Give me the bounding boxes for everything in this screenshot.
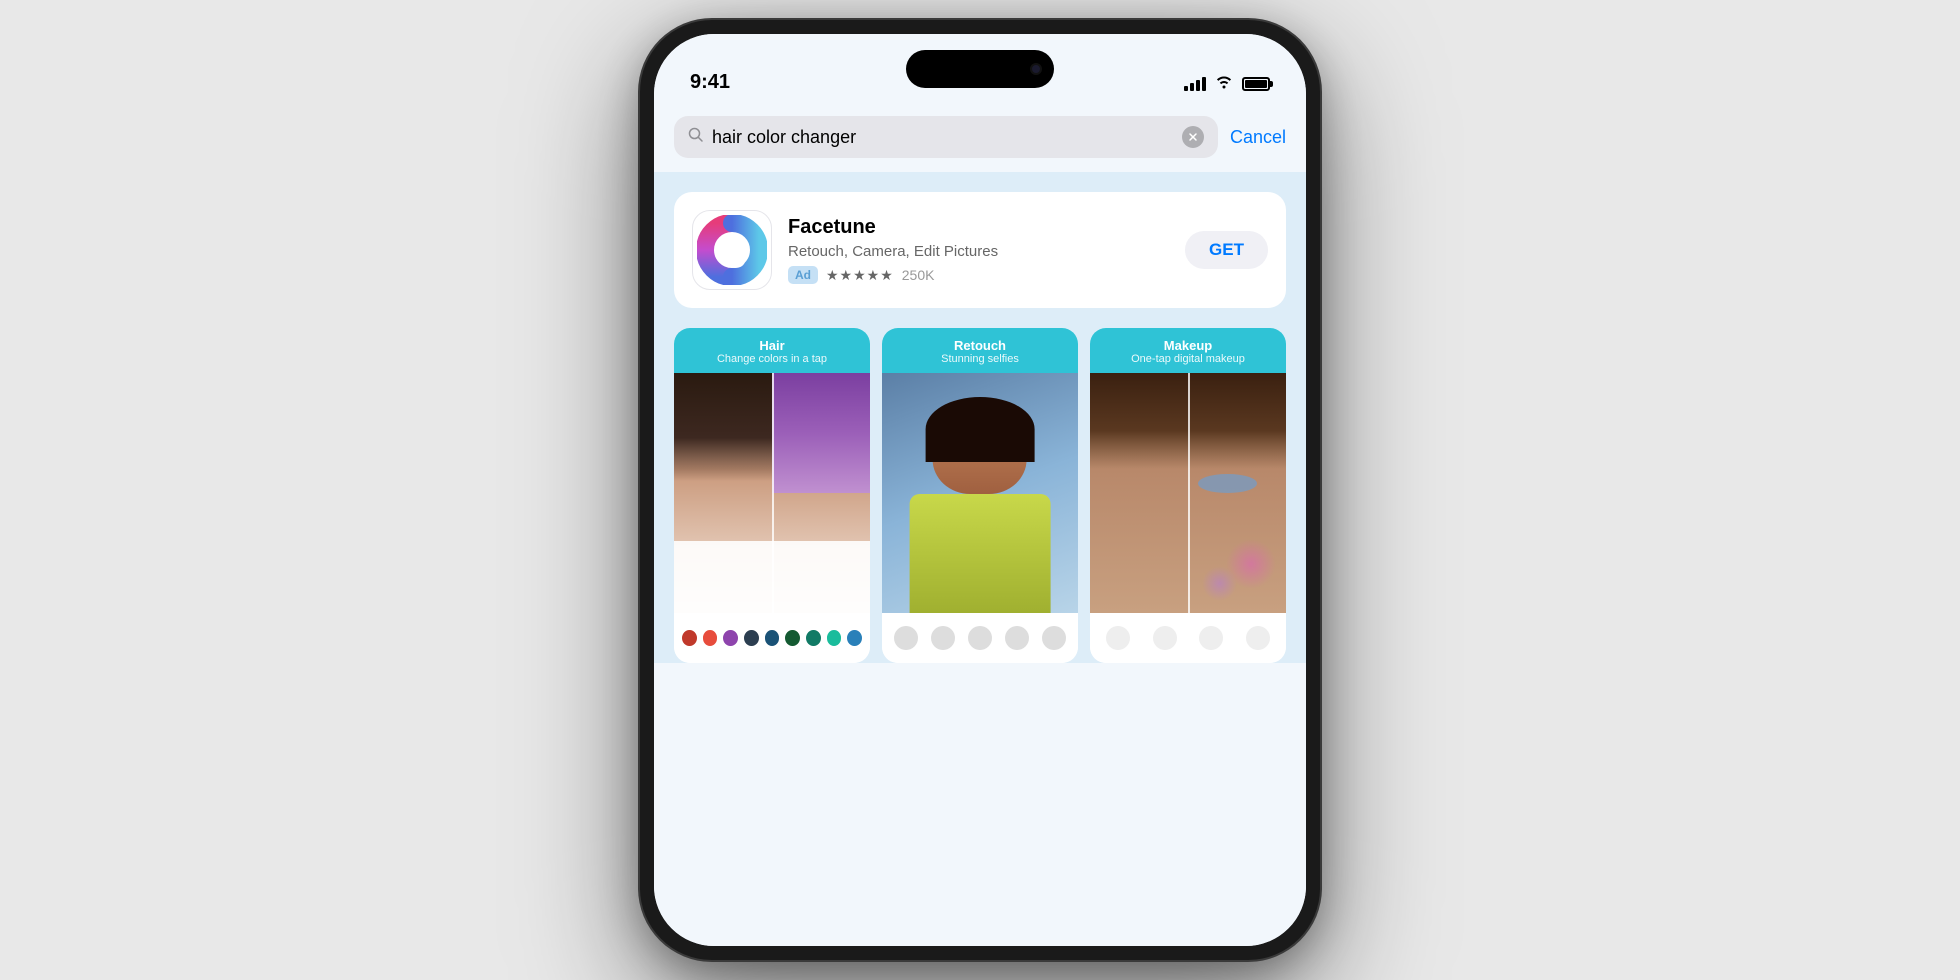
screenshot-hair-subtitle: Change colors in a tap (686, 353, 858, 365)
color-blue (847, 630, 862, 646)
signal-bar-4 (1202, 77, 1206, 91)
face-makeup-left (1090, 373, 1188, 613)
screenshot-makeup-title: Makeup (1102, 338, 1274, 353)
screenshot-makeup-header: Makeup One-tap digital makeup (1090, 328, 1286, 373)
camera-dot (1030, 63, 1042, 75)
makeup-icon-4 (1246, 626, 1270, 650)
app-subtitle: Retouch, Camera, Edit Pictures (788, 243, 1169, 260)
app-listing-card[interactable]: Facetune Retouch, Camera, Edit Pictures … (674, 192, 1286, 308)
app-icon (692, 210, 772, 290)
screenshots-row: Hair Change colors in a tap (674, 328, 1286, 663)
search-query: hair color changer (712, 127, 1174, 148)
hair-2 (925, 397, 1035, 462)
results-area: Facetune Retouch, Camera, Edit Pictures … (654, 172, 1306, 663)
signal-bar-2 (1190, 83, 1194, 91)
app-meta: Ad ★★★★★ 250K (788, 266, 1169, 284)
search-icon (688, 127, 704, 148)
ad-badge: Ad (788, 266, 818, 284)
screenshot-makeup-icons (1090, 613, 1286, 663)
screenshot-hair-colors (674, 613, 870, 663)
screenshot-hair: Hair Change colors in a tap (674, 328, 870, 663)
signal-bar-1 (1184, 86, 1188, 91)
phone-shell: 9:41 (640, 20, 1320, 960)
retouch-icon-5 (1042, 626, 1066, 650)
screenshot-makeup-subtitle: One-tap digital makeup (1102, 353, 1274, 365)
screenshot-retouch-title: Retouch (894, 338, 1066, 353)
divider-makeup (1188, 373, 1190, 613)
eyeshadow (1198, 474, 1257, 493)
hair-makeup-right (1188, 373, 1286, 469)
hair-dark (674, 373, 772, 481)
retouch-icon-1 (894, 626, 918, 650)
screenshot-retouch: Retouch Stunning selfies (882, 328, 1078, 663)
star-rating: ★★★★★ (826, 267, 894, 284)
get-button[interactable]: GET (1185, 231, 1268, 269)
person-retouch (902, 397, 1059, 613)
status-icons (1184, 73, 1270, 94)
dynamic-island (906, 50, 1054, 88)
screenshot-makeup: Makeup One-tap digital makeup (1090, 328, 1286, 663)
search-area: hair color changer Cancel (654, 102, 1306, 172)
color-dark-green (785, 630, 800, 646)
screenshot-retouch-icons (882, 613, 1078, 663)
color-mint (827, 630, 842, 646)
divider-line (772, 373, 774, 613)
screenshot-retouch-image (882, 373, 1078, 613)
screen-content: hair color changer Cancel (654, 102, 1306, 946)
screenshot-hair-title: Hair (686, 338, 858, 353)
screenshot-hair-header: Hair Change colors in a tap (674, 328, 870, 373)
app-info: Facetune Retouch, Camera, Edit Pictures … (788, 216, 1169, 284)
color-purple (723, 630, 738, 646)
screenshot-retouch-header: Retouch Stunning selfies (882, 328, 1078, 373)
cancel-button[interactable]: Cancel (1230, 127, 1286, 148)
hair-makeup-left (1090, 373, 1188, 469)
shirt-2 (909, 494, 1050, 613)
color-red (682, 630, 697, 646)
battery-icon (1242, 77, 1270, 91)
color-dark-blue (744, 630, 759, 646)
bokeh-2 (1202, 566, 1237, 601)
makeup-icon-3 (1199, 626, 1223, 650)
phone-screen: 9:41 (654, 34, 1306, 946)
scene: 9:41 (0, 0, 1960, 980)
color-navy (765, 630, 780, 646)
screenshot-hair-image (674, 373, 870, 613)
screenshot-makeup-image (1090, 373, 1286, 613)
color-teal (806, 630, 821, 646)
signal-bar-3 (1196, 80, 1200, 91)
screenshot-retouch-subtitle: Stunning selfies (894, 353, 1066, 365)
retouch-icon-3 (968, 626, 992, 650)
makeup-icon-2 (1153, 626, 1177, 650)
color-orange-red (703, 630, 718, 646)
retouch-icon-2 (931, 626, 955, 650)
wifi-icon (1214, 73, 1234, 94)
hair-purple (772, 373, 870, 493)
review-count: 250K (902, 267, 935, 283)
clear-search-button[interactable] (1182, 126, 1204, 148)
signal-bars-icon (1184, 77, 1206, 91)
makeup-icon-1 (1106, 626, 1130, 650)
retouch-icon-4 (1005, 626, 1029, 650)
search-bar[interactable]: hair color changer (674, 116, 1218, 158)
app-name: Facetune (788, 216, 1169, 239)
